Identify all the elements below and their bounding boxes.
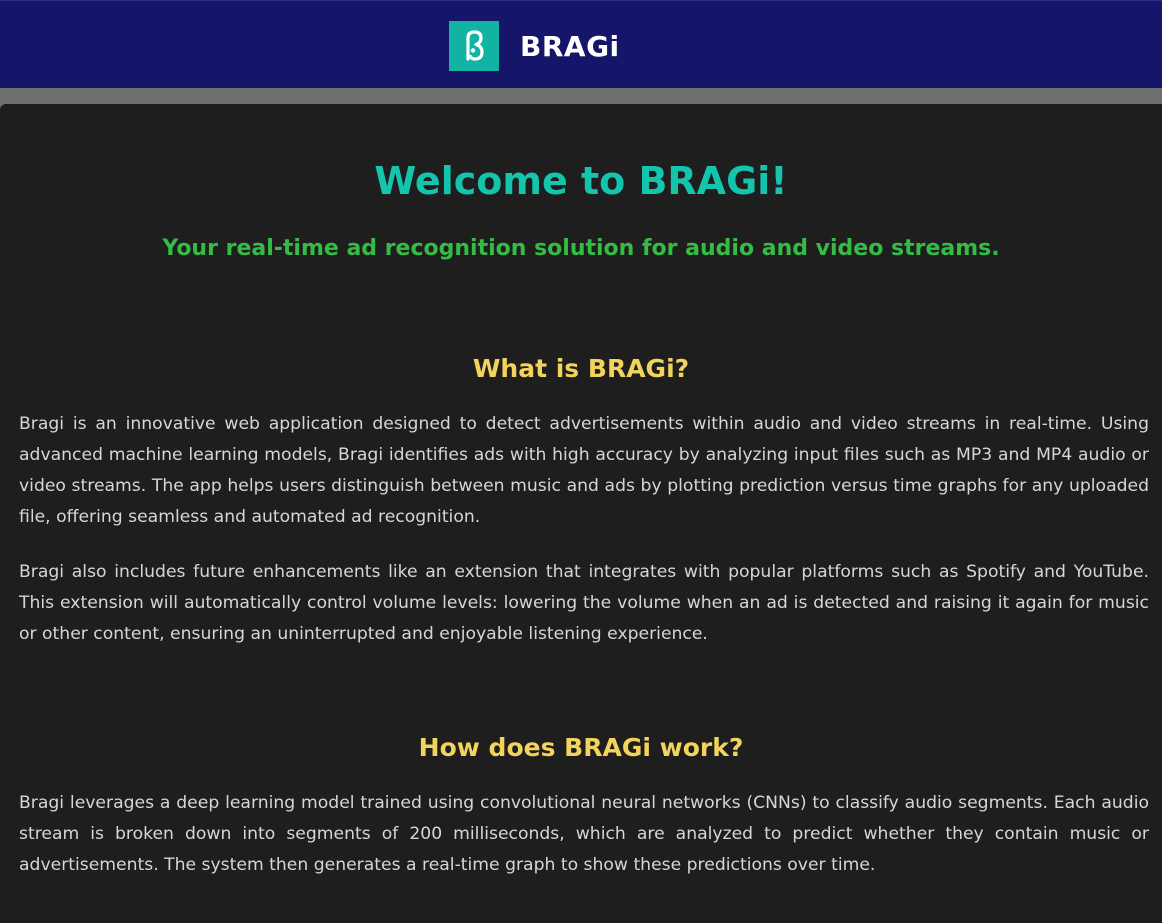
page-title: Welcome to BRAGi! <box>374 159 788 203</box>
top-navbar: BRAGi <box>0 0 1162 88</box>
section-title-how-does-bragi-work: How does BRAGi work? <box>418 733 744 762</box>
bragi-logo-glyph <box>466 30 484 61</box>
section-paragraph: Bragi is an innovative web application d… <box>19 414 1149 527</box>
section-paragraph: Bragi leverages a deep learning model tr… <box>19 793 1149 875</box>
page-tagline: Your real-time ad recognition solution f… <box>162 236 1000 261</box>
main-content: Welcome to BRAGi! Your real-time ad reco… <box>0 104 1162 923</box>
brand-name[interactable]: BRAGi <box>520 30 620 63</box>
brand-link[interactable]: BRAGi <box>449 21 620 71</box>
bragi-logo-icon <box>449 21 499 71</box>
section-paragraph: Bragi also includes future enhancements … <box>19 562 1149 644</box>
header-divider <box>0 88 1162 104</box>
section-title-what-is-bragi: What is BRAGi? <box>472 354 690 383</box>
